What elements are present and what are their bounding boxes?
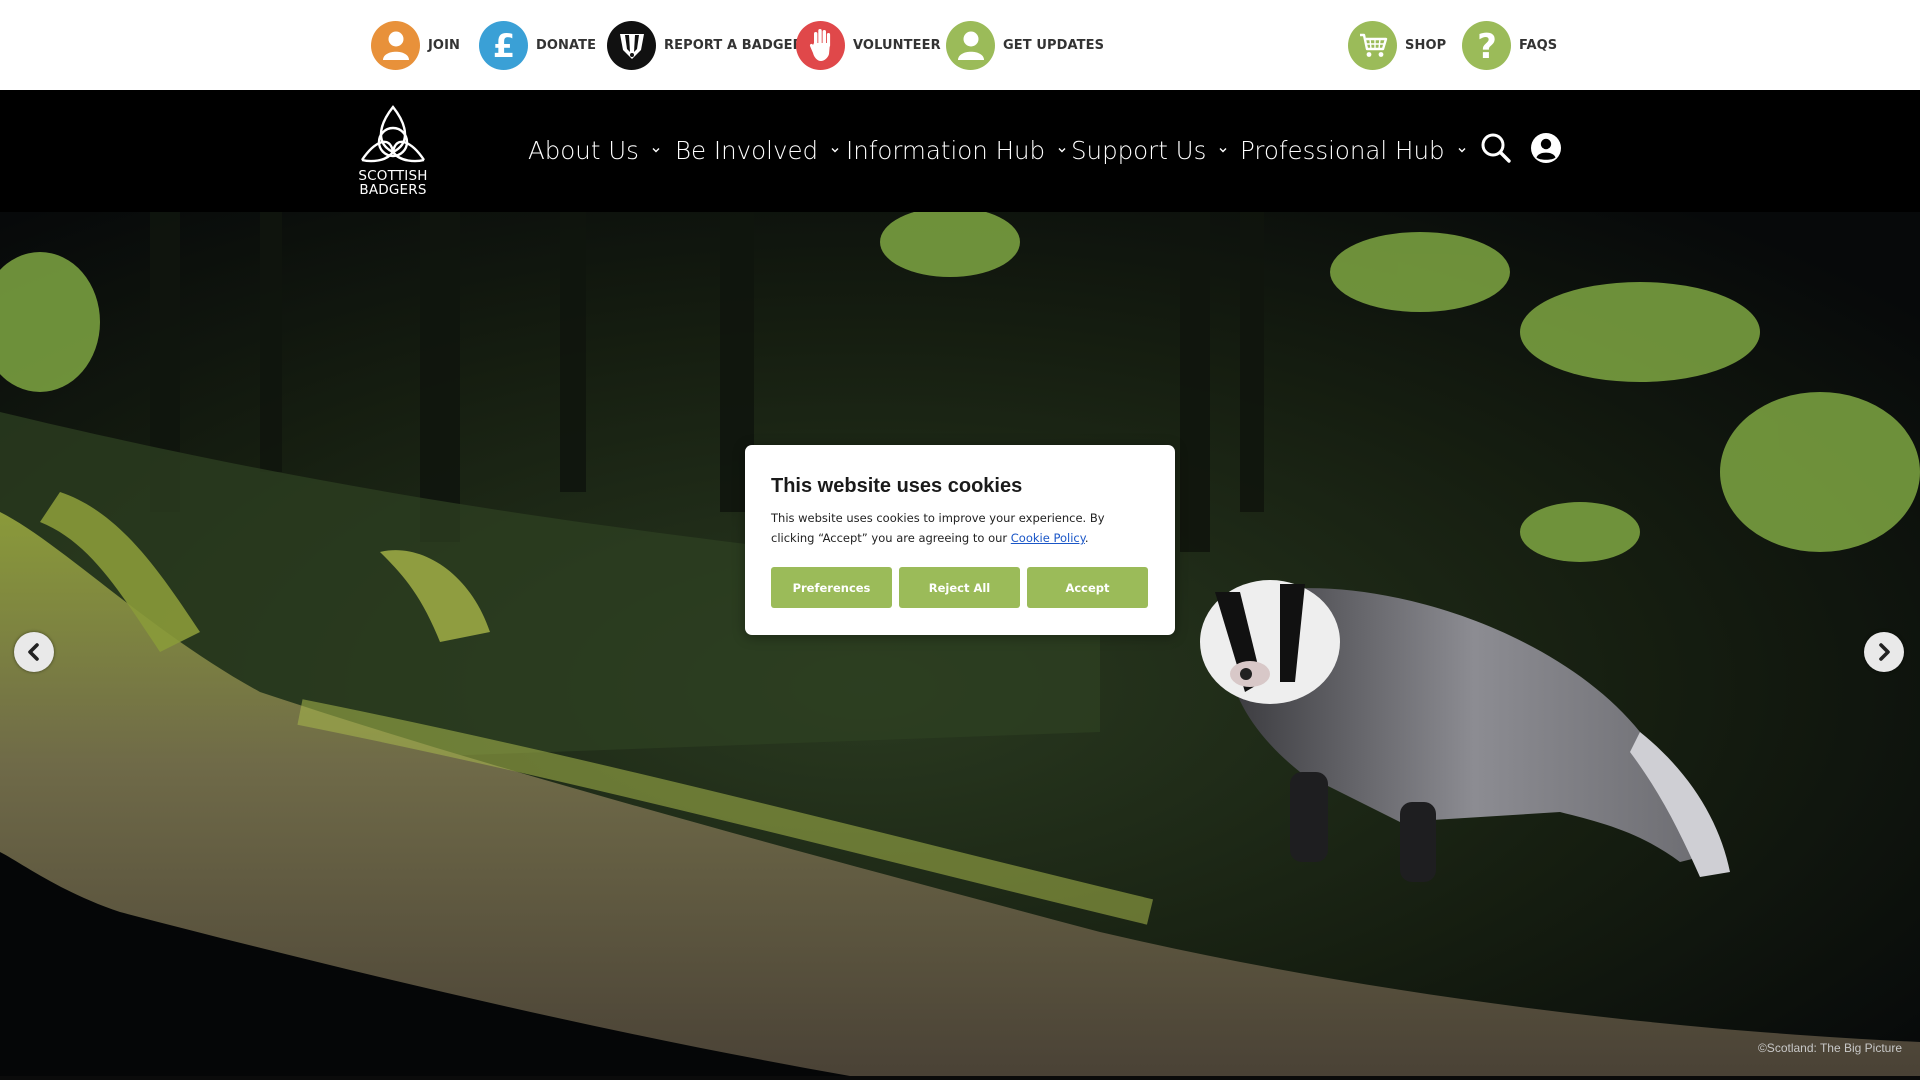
chevron-left-icon — [28, 643, 39, 661]
account-icon[interactable] — [1530, 132, 1562, 164]
hero-bottom-strip — [0, 1076, 1920, 1080]
person-icon — [371, 20, 420, 70]
chevron-down-icon — [652, 148, 660, 153]
cookie-reject-all-button[interactable]: Reject All — [899, 567, 1020, 608]
chevron-down-icon — [1458, 148, 1466, 153]
badger-head-icon — [607, 20, 656, 70]
faqs-link[interactable]: ? FAQS — [1462, 20, 1557, 70]
join-link[interactable]: JOIN — [371, 20, 460, 70]
cookie-button-row: Preferences Reject All Accept — [771, 567, 1148, 608]
cookie-preferences-button[interactable]: Preferences — [771, 567, 892, 608]
chevron-down-icon — [831, 148, 839, 153]
triquetra-logo-icon — [361, 105, 425, 163]
nav-about-us-label: About Us — [528, 135, 639, 165]
cookie-consent-dialog: This website uses cookies This website u… — [745, 445, 1175, 635]
raised-hand-icon — [796, 20, 845, 70]
get-updates-label: GET UPDATES — [1003, 37, 1105, 53]
scottish-badgers-logo[interactable]: SCOTTISH BADGERS — [356, 104, 430, 198]
shop-link[interactable]: SHOP — [1348, 20, 1446, 70]
utility-bar: JOIN £ DONATE REPORT A BADGER VOLUNTEER … — [0, 0, 1920, 90]
nav-be-involved-label: Be Involved — [675, 135, 819, 165]
cookie-accept-button[interactable]: Accept — [1027, 567, 1148, 608]
chevron-down-icon — [1058, 148, 1066, 153]
hero-slider-image — [0, 212, 1920, 1076]
search-icon[interactable] — [1480, 132, 1512, 164]
cookie-dialog-text: This website uses cookies to improve you… — [771, 508, 1149, 548]
chevron-right-icon — [1879, 643, 1890, 661]
report-badger-link[interactable]: REPORT A BADGER — [607, 20, 803, 70]
get-updates-link[interactable]: GET UPDATES — [946, 20, 1104, 70]
nav-information-hub[interactable]: Information Hub — [846, 132, 1067, 168]
question-mark-icon: ? — [1462, 20, 1511, 70]
shop-label: SHOP — [1405, 37, 1447, 53]
nav-about-us[interactable]: About Us — [528, 132, 661, 168]
svg-text:£: £ — [492, 28, 514, 62]
chevron-down-icon — [1219, 148, 1227, 153]
nav-be-involved[interactable]: Be Involved — [675, 132, 840, 168]
volunteer-label: VOLUNTEER — [853, 37, 941, 53]
faqs-label: FAQS — [1519, 37, 1558, 53]
photo-credit: ©Scotland: The Big Picture — [1757, 1041, 1902, 1055]
donate-link[interactable]: £ DONATE — [479, 20, 596, 70]
cookie-policy-link[interactable]: Cookie Policy — [1011, 531, 1085, 545]
logo-text-line2: BADGERS — [359, 182, 427, 198]
volunteer-link[interactable]: VOLUNTEER — [796, 20, 941, 70]
nav-information-hub-label: Information Hub — [846, 135, 1046, 165]
shopping-cart-icon — [1348, 20, 1397, 70]
donate-label: DONATE — [536, 37, 597, 53]
main-navigation: SCOTTISH BADGERS About Us Be Involved In… — [0, 90, 1920, 212]
slider-prev-button[interactable] — [14, 632, 54, 672]
nav-support-us[interactable]: Support Us — [1071, 132, 1228, 168]
person-icon — [946, 20, 995, 70]
nav-professional-hub[interactable]: Professional Hub — [1240, 132, 1467, 168]
report-badger-label: REPORT A BADGER — [664, 37, 803, 53]
slider-next-button[interactable] — [1864, 632, 1904, 672]
nav-support-us-label: Support Us — [1071, 135, 1207, 165]
svg-text:?: ? — [1477, 27, 1497, 63]
pound-icon: £ — [479, 20, 528, 70]
cookie-dialog-title: This website uses cookies — [771, 475, 1023, 497]
cookie-text-suffix: . — [1084, 531, 1089, 545]
nav-professional-hub-label: Professional Hub — [1240, 135, 1445, 165]
join-label: JOIN — [428, 37, 461, 53]
